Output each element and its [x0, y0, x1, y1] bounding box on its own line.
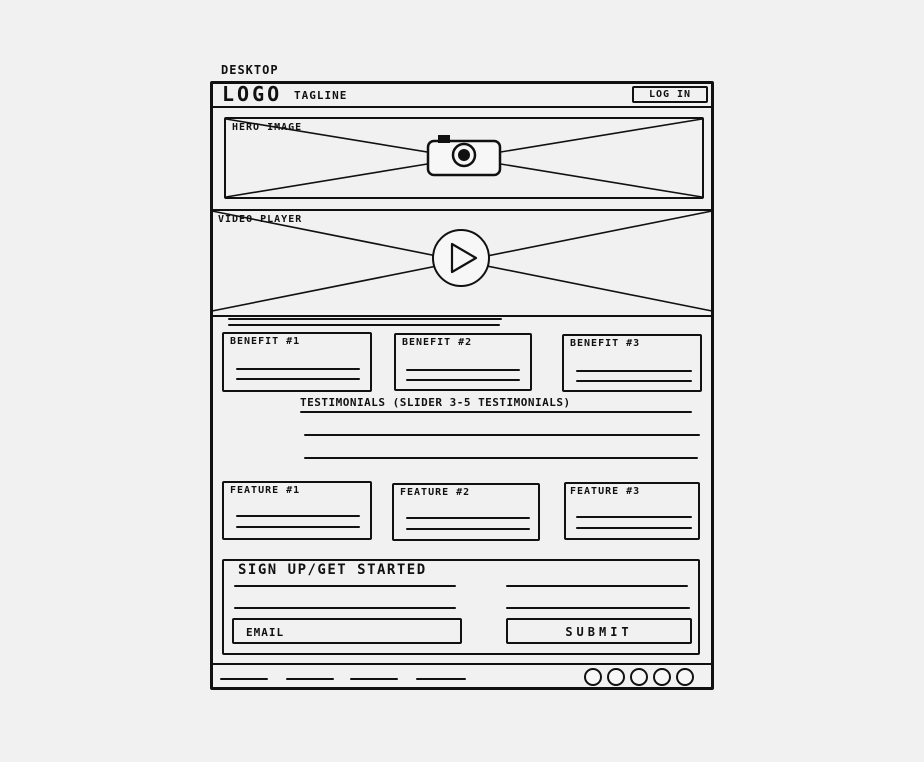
- social-icon[interactable]: [630, 668, 648, 686]
- feature-card-2: FEATURE #2: [392, 483, 540, 541]
- text-line: [576, 370, 692, 372]
- feature-card-label: FEATURE #3: [570, 486, 641, 497]
- hero-image: HERO IMAGE: [224, 117, 704, 199]
- text-line: [406, 369, 520, 371]
- logo: LOGO: [222, 82, 283, 106]
- text-line: [236, 368, 360, 370]
- play-icon[interactable]: [431, 228, 491, 288]
- intro-line-2: [228, 324, 500, 326]
- text-line: [234, 585, 456, 587]
- text-line: [576, 380, 692, 382]
- tagline: TAGLINE: [294, 89, 348, 102]
- signup-section: SIGN UP/GET STARTED EMAIL SUBMIT: [222, 559, 700, 655]
- feature-card-label: FEATURE #1: [230, 485, 301, 496]
- email-field[interactable]: EMAIL: [232, 618, 462, 644]
- benefit-card-label: BENEFIT #3: [570, 338, 641, 349]
- benefit-card-label: BENEFIT #1: [230, 336, 301, 347]
- benefit-card-2: BENEFIT #2: [394, 333, 532, 391]
- camera-icon: [426, 135, 502, 177]
- text-line: [576, 516, 692, 518]
- testimonial-text-line-1: [304, 434, 700, 436]
- text-line: [506, 607, 690, 609]
- device-label: DESKTOP: [221, 63, 279, 77]
- video-player-label: VIDEO PLAYER: [218, 214, 303, 225]
- text-line: [234, 607, 456, 609]
- intro-line-1: [228, 318, 502, 320]
- login-button[interactable]: LOG IN: [632, 86, 708, 103]
- testimonials-label: TESTIMONIALS (SLIDER 3-5 TESTIMONIALS): [300, 396, 571, 409]
- benefit-card-1: BENEFIT #1: [222, 332, 372, 392]
- social-icon[interactable]: [676, 668, 694, 686]
- text-line: [576, 527, 692, 529]
- footer-link[interactable]: [350, 678, 398, 680]
- submit-button[interactable]: SUBMIT: [506, 618, 692, 644]
- text-line: [236, 526, 360, 528]
- text-line: [406, 528, 530, 530]
- feature-card-label: FEATURE #2: [400, 487, 471, 498]
- text-line: [506, 585, 688, 587]
- footer-link[interactable]: [220, 678, 268, 680]
- benefit-card-3: BENEFIT #3: [562, 334, 702, 392]
- footer-link[interactable]: [416, 678, 466, 680]
- signup-title: SIGN UP/GET STARTED: [238, 562, 427, 578]
- hero-image-label: HERO IMAGE: [232, 122, 303, 133]
- testimonials-underline: [300, 411, 692, 413]
- feature-card-3: FEATURE #3: [564, 482, 700, 540]
- testimonial-text-line-2: [304, 457, 698, 459]
- text-line: [236, 515, 360, 517]
- social-icon[interactable]: [584, 668, 602, 686]
- benefit-card-label: BENEFIT #2: [402, 337, 473, 348]
- text-line: [406, 517, 530, 519]
- text-line: [236, 378, 360, 380]
- feature-card-1: FEATURE #1: [222, 481, 372, 540]
- social-icon[interactable]: [653, 668, 671, 686]
- social-icon[interactable]: [607, 668, 625, 686]
- video-player: VIDEO PLAYER: [211, 209, 713, 317]
- footer-bar: [212, 663, 712, 690]
- header-bar: LOGO TAGLINE LOG IN: [212, 84, 712, 108]
- footer-link[interactable]: [286, 678, 334, 680]
- text-line: [406, 379, 520, 381]
